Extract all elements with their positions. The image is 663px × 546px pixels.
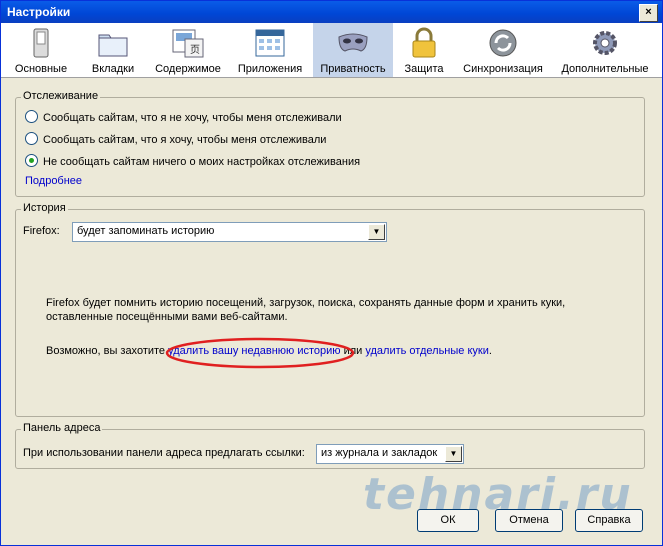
tab-label: Приложения — [237, 63, 303, 75]
help-button[interactable]: Справка — [575, 509, 643, 532]
lock-icon — [412, 27, 436, 58]
suggestion-prefix: Возможно, вы захотите — [46, 345, 166, 357]
svg-text:页: 页 — [190, 44, 200, 56]
radio-label: Сообщать сайтам, что я хочу, чтобы меня … — [43, 134, 327, 146]
tab-general[interactable]: Основные — [9, 23, 73, 77]
select-value: будет запоминать историю — [77, 225, 215, 237]
tab-security[interactable]: Защита — [399, 23, 449, 77]
highlight-ellipse — [165, 337, 355, 369]
mask-icon — [338, 33, 368, 52]
preferences-window: Настройки × Основные Вкладки 页 Содержимо… — [0, 0, 663, 546]
tab-label: Синхронизация — [463, 63, 543, 75]
tab-tabs[interactable]: Вкладки — [81, 23, 145, 77]
address-bar-group: Панель адреса При использовании панели а… — [15, 422, 645, 469]
history-description-line-1: Firefox будет помнить историю посещений,… — [46, 297, 566, 309]
tab-label: Основные — [14, 63, 68, 75]
tab-label: Содержимое — [155, 63, 221, 75]
select-value: из журнала и закладок — [321, 447, 438, 459]
radio-button[interactable] — [25, 110, 38, 123]
tab-privacy[interactable]: Приватность — [313, 23, 393, 77]
address-bar-suggest-select[interactable]: из журнала и закладок ▼ — [316, 444, 464, 464]
address-bar-legend: Панель адреса — [21, 422, 103, 434]
tabs-icon — [98, 34, 128, 57]
title-bar[interactable]: Настройки × — [1, 1, 662, 23]
radio-button[interactable] — [25, 132, 38, 145]
preferences-toolbar: Основные Вкладки 页 Содержимое Приложения… — [1, 23, 662, 78]
chevron-down-icon[interactable]: ▼ — [368, 224, 385, 240]
radio-label: Сообщать сайтам, что я не хочу, чтобы ме… — [43, 112, 342, 124]
tab-label: Вкладки — [91, 63, 135, 75]
radio-button-selected[interactable] — [25, 154, 38, 167]
radio-label: Не сообщать сайтам ничего о моих настрой… — [43, 156, 361, 168]
learn-more-link[interactable]: Подробнее — [25, 175, 82, 187]
sync-icon — [489, 29, 517, 57]
ok-button[interactable]: ОК — [417, 509, 479, 532]
tab-content[interactable]: 页 Содержимое — [151, 23, 225, 77]
window-title: Настройки — [7, 5, 71, 19]
content-icon: 页 — [172, 29, 204, 58]
tab-applications[interactable]: Приложения — [235, 23, 305, 77]
tracking-group: Отслеживание Сообщать сайтам, что я не х… — [15, 90, 645, 197]
history-mode-select[interactable]: будет запоминать историю ▼ — [72, 222, 387, 242]
switch-icon — [33, 28, 49, 58]
address-bar-label: При использовании панели адреса предлага… — [23, 447, 305, 459]
history-description-line-2: оставленные посещёнными вами веб-сайтами… — [46, 311, 288, 323]
chevron-down-icon[interactable]: ▼ — [445, 446, 462, 462]
firefox-label: Firefox: — [23, 225, 60, 237]
history-legend: История — [21, 202, 68, 214]
tab-label: Приватность — [320, 63, 386, 75]
suggestion-period: . — [488, 345, 492, 357]
tab-label: Защита — [404, 63, 444, 75]
gear-icon — [593, 31, 617, 55]
cancel-button[interactable]: Отмена — [495, 509, 563, 532]
tab-sync[interactable]: Синхронизация — [459, 23, 547, 77]
tab-label: Дополнительные — [561, 63, 649, 75]
tracking-option-none[interactable]: Не сообщать сайтам ничего о моих настрой… — [25, 154, 360, 168]
close-button[interactable]: × — [639, 4, 658, 22]
tracking-option-track[interactable]: Сообщать сайтам, что я хочу, чтобы меня … — [25, 132, 326, 146]
tab-advanced[interactable]: Дополнительные — [557, 23, 653, 77]
tracking-legend: Отслеживание — [21, 90, 101, 102]
history-group: История Firefox: будет запоминать истори… — [15, 202, 645, 417]
applications-icon — [255, 29, 285, 57]
tracking-option-no-track[interactable]: Сообщать сайтам, что я не хочу, чтобы ме… — [25, 110, 342, 124]
remove-cookies-link[interactable]: удалить отдельные куки — [365, 345, 488, 357]
